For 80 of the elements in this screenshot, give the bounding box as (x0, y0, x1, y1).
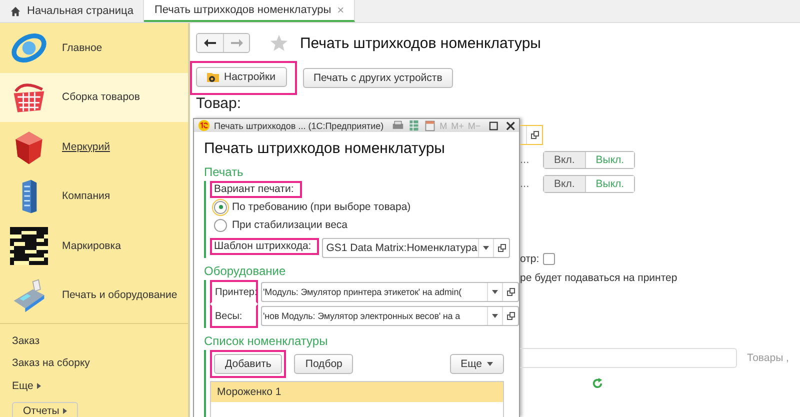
section-item[interactable]: Маркировка (0, 221, 188, 270)
open-icon[interactable] (530, 131, 538, 139)
more-button[interactable]: Еще (450, 354, 504, 374)
open-icon[interactable] (506, 312, 514, 320)
more-link[interactable]: Еще (12, 380, 34, 392)
settings-button[interactable]: Настройки (196, 67, 286, 87)
tab-label: Печать штрихкодов номенклатуры (154, 4, 332, 16)
page-title: Печать штрихкодов номенклатуры (300, 34, 541, 52)
tab-label: Начальная страница (27, 5, 134, 17)
dropdown-icon[interactable] (492, 290, 498, 294)
nav-link[interactable]: Заказ на сборку (0, 352, 102, 374)
radio-button[interactable] (214, 218, 227, 232)
section-label: Сборка товаров (62, 91, 140, 104)
device-field[interactable]: 'Модуль: Эмулятор принтера этикеток' на admin( (261, 282, 519, 302)
radio-label: При стабилизации веса (232, 219, 348, 231)
radio-option[interactable]: При стабилизации веса (210, 216, 519, 234)
radio-button[interactable] (214, 200, 227, 214)
dialog-title: Печать штрихкодов ... (1С:Предприятие) (214, 120, 384, 130)
caret-icon (37, 383, 42, 389)
datamatrix-icon (10, 226, 48, 265)
nav-link[interactable]: Заказ (0, 330, 52, 352)
home-icon (10, 6, 21, 16)
radio-label: По требованию (при выборе товара) (232, 201, 411, 213)
template-field[interactable]: GS1 Data Matrix:Номенклатура (322, 238, 510, 258)
toggle-option[interactable]: Вкл. (544, 152, 585, 168)
table-row[interactable]: Мороженко 1 (211, 382, 503, 402)
section-item[interactable]: Компания (0, 172, 188, 221)
field-label: Товары , (747, 352, 789, 364)
field-label: Весы: (215, 310, 242, 322)
section-label: Компания (62, 190, 110, 202)
logo-icon (198, 119, 210, 132)
section-label: Меркурий (62, 140, 110, 153)
print-devices-button[interactable]: Печать с других устройств (302, 68, 454, 88)
radio-option[interactable]: По требованию (при выборе товара) (210, 198, 519, 216)
section-label: Главное (62, 42, 102, 54)
reports-button[interactable]: Отчеты (12, 402, 78, 417)
forward-arrow-icon (230, 39, 242, 47)
toggle-option[interactable]: Вкл. (544, 176, 585, 192)
dialog-heading: Печать штрихкодов номенклатуры (204, 140, 446, 157)
close-icon[interactable] (506, 120, 516, 130)
caret-icon (63, 408, 68, 414)
table-icon[interactable] (408, 119, 420, 132)
section-item[interactable]: Сборка товаров (0, 72, 188, 122)
open-icon[interactable] (498, 244, 506, 252)
toggle-switch[interactable]: Вкл. Выкл. (543, 175, 636, 193)
printer-icon[interactable] (392, 119, 404, 132)
refresh-icon[interactable] (592, 378, 603, 389)
open-icon[interactable] (506, 288, 514, 296)
note-text: ре будет подаваться на принтер (520, 272, 678, 284)
group-title: Список номенклатуры (204, 334, 329, 348)
field-label: ... (520, 178, 530, 190)
checkbox[interactable] (543, 253, 556, 265)
field-label: Шаблон штрихкода: (210, 238, 320, 255)
device-field[interactable]: 'нов Модуль: Эмулятор электронных весов' на а (261, 306, 519, 326)
section-label: Маркировка (62, 240, 121, 252)
field-label: ... (520, 154, 530, 166)
back-arrow-icon (204, 39, 216, 47)
section-label: Товар: (196, 95, 242, 112)
add-button[interactable]: Добавить (214, 354, 282, 374)
section-item[interactable]: Главное (0, 23, 188, 72)
section-item[interactable]: Меркурий (0, 122, 188, 172)
maximize-icon[interactable] (488, 120, 498, 130)
dropdown-icon[interactable] (483, 246, 490, 250)
calendar-icon[interactable] (424, 119, 436, 132)
star-icon[interactable] (270, 34, 288, 52)
pick-button[interactable]: Подбор (294, 354, 354, 374)
back-button[interactable] (197, 34, 223, 52)
toggle-switch[interactable]: Вкл. Выкл. (543, 151, 636, 169)
folder-gear-icon (207, 71, 219, 83)
group-title: Печать (204, 165, 244, 179)
checkbox-label: отр: (520, 253, 540, 265)
group-title: Оборудование (204, 264, 287, 278)
caret-icon (487, 362, 493, 366)
section-label: Печать и оборудование (62, 289, 178, 302)
search-field[interactable] (520, 348, 737, 368)
section-item[interactable]: Печать и оборудование (0, 270, 188, 320)
field-label: Вариант печати: (210, 181, 302, 198)
field-fragment[interactable] (520, 125, 543, 145)
tab[interactable]: Печать штрихкодов номенклатуры × (144, 0, 356, 22)
dropdown-icon[interactable] (492, 314, 498, 318)
